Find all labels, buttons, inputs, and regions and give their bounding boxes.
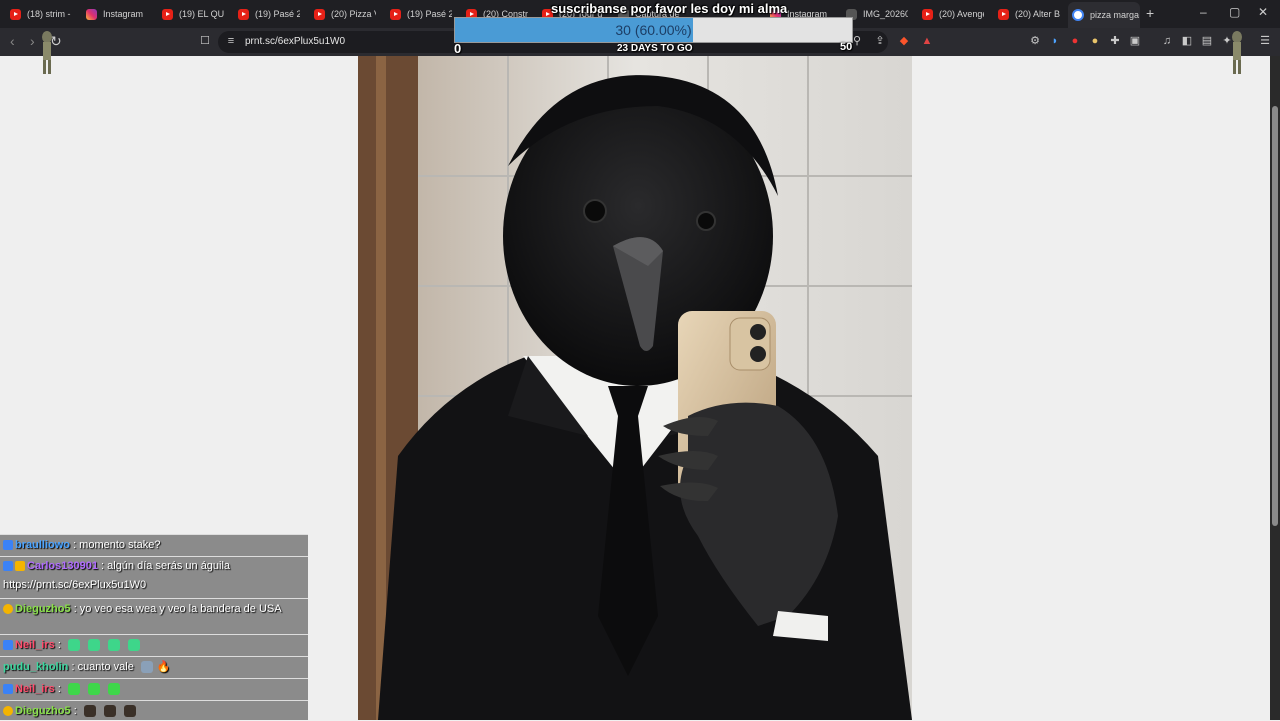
emote-icon [67, 639, 80, 652]
share-icon[interactable]: ⇪ [873, 34, 887, 48]
chat-message: Dieguzho5 : [0, 700, 308, 720]
badge-icon [3, 540, 13, 551]
crow-suit-photo [358, 56, 912, 720]
puzzle-icon[interactable]: ✚ [1108, 34, 1122, 48]
youtube-icon [922, 8, 933, 20]
maximize-icon[interactable]: ▢ [1229, 5, 1240, 19]
gem-emote-icon [140, 661, 153, 674]
chat-text: : [73, 705, 77, 717]
extension-icon[interactable]: ◗ [1048, 34, 1062, 48]
youtube-icon [314, 8, 325, 20]
page-background-right [912, 56, 1270, 720]
browser-tab[interactable]: (19) Pasé 24 [238, 4, 300, 24]
chat-username: Carlos130901 [27, 560, 98, 572]
chat-username: Neil_irs [15, 683, 55, 695]
browser-tab-active[interactable]: pizza marga [1068, 2, 1140, 28]
scroll-thumb[interactable] [1272, 106, 1278, 526]
chat-username: Neil_irs [15, 639, 55, 651]
youtube-icon [390, 8, 401, 20]
music-icon[interactable]: ♫ [1160, 34, 1174, 48]
chat-message: pudu_kholin : cuanto vale 🔥 [0, 656, 308, 678]
emote-icon [87, 639, 100, 652]
emote-icon [83, 705, 96, 718]
browser-tab[interactable]: Instagram [86, 4, 148, 24]
chat-message: Carlos130901 : algún día serás un águila… [0, 556, 308, 598]
chat-text: : [57, 683, 61, 695]
sub-goal-bar: 30 (60.00%) [454, 17, 853, 43]
extension-icon[interactable]: ● [1068, 34, 1082, 48]
dancing-mascot-left [40, 30, 54, 76]
chat-text: : cuanto vale [71, 661, 134, 673]
chat-username: Dieguzho5 [15, 603, 71, 615]
browser-tab[interactable]: (20) Avenge [922, 4, 984, 24]
youtube-icon [998, 8, 1009, 20]
browser-tab[interactable]: (20) Pizza Vi [314, 4, 376, 24]
emote-icon [67, 683, 80, 696]
chat-text: : yo veo esa wea y veo la bandera de USA [73, 603, 282, 615]
badge-icon [3, 684, 13, 695]
badge-icon [3, 640, 13, 651]
chat-text: : algún día serás un águila [101, 560, 231, 572]
goal-max-label: 50 [840, 41, 853, 53]
emote-icon [127, 639, 140, 652]
minimize-icon[interactable]: – [1200, 5, 1207, 19]
chat-username: Dieguzho5 [15, 705, 71, 717]
sub-badge-icon [15, 561, 25, 572]
stream-chat: braulliowo : momento stake? Carlos130901… [0, 534, 310, 720]
brave-shield-icon[interactable]: ◆ [897, 34, 911, 48]
coin-badge-icon [3, 706, 13, 717]
goal-min-label: 0 [454, 41, 462, 56]
chat-text: : momento stake? [73, 539, 161, 551]
close-icon[interactable]: ✕ [1258, 5, 1268, 19]
scrollbar[interactable] [1270, 56, 1280, 720]
bookmark-icon[interactable]: ☐ [198, 34, 212, 48]
youtube-icon [10, 8, 21, 20]
chat-message: Neil_irs : [0, 634, 308, 656]
screenshot-image [358, 56, 912, 720]
youtube-icon [162, 8, 173, 20]
chat-username: braulliowo [15, 539, 70, 551]
badge-icon [3, 561, 13, 572]
coin-badge-icon [3, 604, 13, 615]
chat-link[interactable]: https://prnt.sc/6exPlux5u1W0 [3, 579, 146, 591]
emote-icon [123, 705, 136, 718]
emote-icon [107, 639, 120, 652]
dancing-mascot-right [1230, 30, 1244, 76]
subscribe-banner: suscribanse por favor les doy mi alma [551, 1, 788, 16]
extension-icon[interactable]: ● [1088, 34, 1102, 48]
forward-icon[interactable]: › [30, 33, 35, 49]
extension-icon[interactable]: ▣ [1128, 34, 1142, 48]
sidebar-icon[interactable]: ◧ [1180, 34, 1194, 48]
browser-tab[interactable]: (19) Pasé 24 [390, 4, 452, 24]
goal-progress-text: 30 (60.00%) [615, 22, 692, 38]
browser-tab[interactable]: IMG_20260 [846, 4, 908, 24]
instagram-icon [86, 8, 97, 20]
chat-message: Neil_irs : [0, 678, 308, 700]
menu-icon[interactable]: ☰ [1258, 34, 1272, 48]
fire-emoji: 🔥 [156, 661, 171, 673]
browser-tab[interactable]: (18) strim - [10, 4, 72, 24]
emote-icon [107, 683, 120, 696]
chat-message: Dieguzho5 : yo veo esa wea y veo la band… [0, 598, 308, 634]
wallet-icon[interactable]: ▤ [1200, 34, 1214, 48]
chat-username: pudu_kholin [3, 661, 69, 673]
chat-text: : [57, 639, 61, 651]
browser-tab[interactable]: (20) Alter B [998, 4, 1060, 24]
goal-days-remaining: 23 DAYS TO GO [617, 43, 693, 54]
site-info-icon[interactable]: ≡ [224, 34, 238, 48]
google-icon [1072, 9, 1084, 21]
chat-message: braulliowo : momento stake? [0, 534, 308, 556]
emote-icon [103, 705, 116, 718]
translate-icon[interactable]: ⚙ [1028, 34, 1042, 48]
url-text[interactable]: prnt.sc/6exPlux5u1W0 [245, 36, 345, 47]
emote-icon [87, 683, 100, 696]
rewards-icon[interactable]: ▲ [920, 34, 934, 48]
youtube-icon [238, 8, 249, 20]
new-tab-button[interactable]: + [1146, 5, 1154, 21]
browser-tab[interactable]: (19) EL QUI [162, 4, 224, 24]
back-icon[interactable]: ‹ [10, 33, 15, 49]
